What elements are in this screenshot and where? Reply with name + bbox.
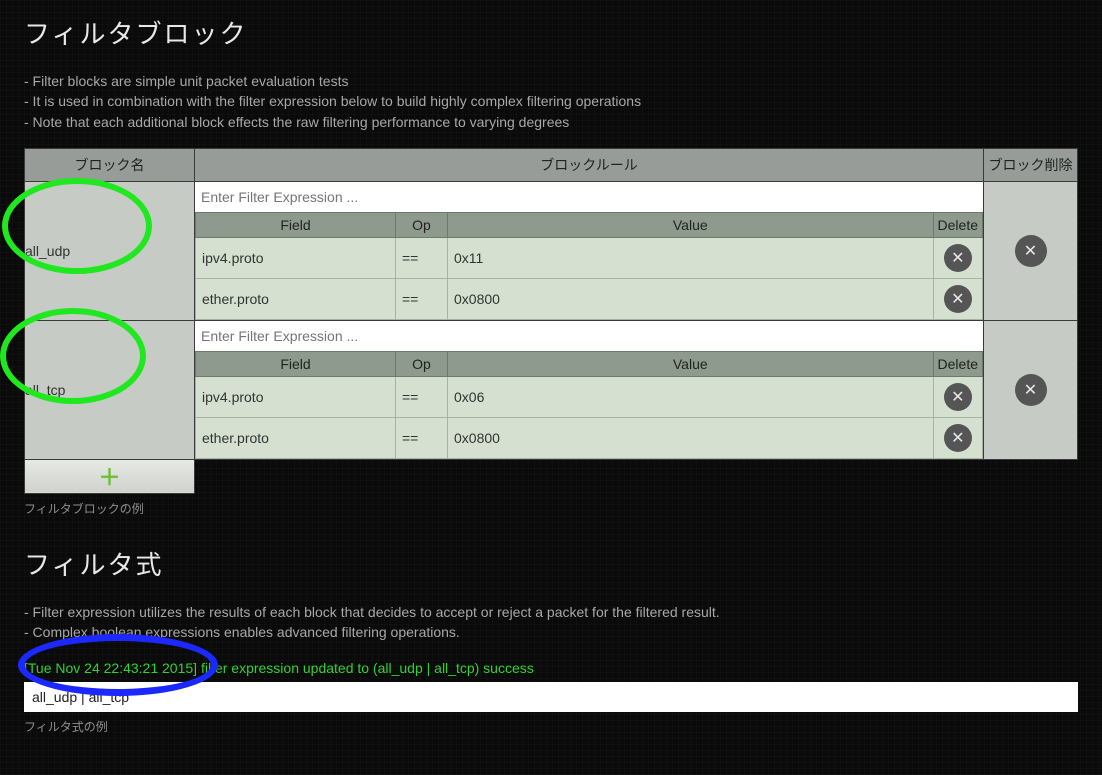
delete-rule-button[interactable]: ✕ (944, 424, 972, 452)
rule-value: 0x06 (448, 376, 934, 417)
filter-expr-desc-1: - Filter expression utilizes the results… (24, 602, 1078, 622)
filter-blocks-desc-3: - Note that each additional block effect… (24, 112, 1078, 132)
rule-col-delete: Delete (933, 351, 982, 376)
rule-value: 0x11 (448, 237, 934, 278)
filter-expr-input[interactable] (24, 682, 1078, 712)
block-name-cell[interactable]: all_tcp (25, 320, 195, 459)
rule-field: ipv4.proto (196, 376, 396, 417)
filter-blocks-desc-2: - It is used in combination with the fil… (24, 91, 1078, 111)
col-header-rule: ブロックルール (195, 148, 984, 181)
block-name-cell[interactable]: all_udp (25, 181, 195, 320)
filter-expr-caption: フィルタ式の例 (24, 718, 1078, 735)
rule-field: ether.proto (196, 278, 396, 319)
rule-col-value: Value (448, 212, 934, 237)
block-filter-input[interactable] (195, 321, 983, 351)
delete-block-button[interactable]: ✕ (1015, 374, 1047, 406)
filter-expr-heading: フィルタ式 (24, 545, 1078, 582)
block-filter-input[interactable] (195, 182, 983, 212)
rule-col-field: Field (196, 212, 396, 237)
page-root: フィルタブロック - Filter blocks are simple unit… (24, 14, 1078, 735)
delete-rule-button[interactable]: ✕ (944, 244, 972, 272)
rule-col-op: Op (396, 351, 448, 376)
rule-op: == (396, 278, 448, 319)
add-block-row: ＋ (25, 459, 1078, 493)
rule-op: == (396, 237, 448, 278)
add-block-button[interactable]: ＋ (25, 459, 195, 493)
filter-expr-desc-2: - Complex boolean expressions enables ad… (24, 622, 1078, 642)
delete-rule-button[interactable]: ✕ (944, 383, 972, 411)
block-row: all_udp Field Op Value Delete (25, 181, 1078, 320)
filter-blocks-table: ブロック名 ブロックルール ブロック削除 all_udp Field Op (24, 148, 1078, 494)
filter-blocks-heading: フィルタブロック (24, 14, 1078, 51)
block-rule-table: Field Op Value Delete ipv4.proto == 0x06 (195, 351, 983, 459)
rule-row: ether.proto == 0x0800 ✕ (196, 417, 983, 458)
rule-col-delete: Delete (933, 212, 982, 237)
rule-row: ipv4.proto == 0x06 ✕ (196, 376, 983, 417)
rule-col-value: Value (448, 351, 934, 376)
rule-row: ether.proto == 0x0800 ✕ (196, 278, 983, 319)
filter-blocks-desc-1: - Filter blocks are simple unit packet e… (24, 71, 1078, 91)
block-rule-table: Field Op Value Delete ipv4.proto == 0x11 (195, 212, 983, 320)
rule-col-op: Op (396, 212, 448, 237)
delete-rule-button[interactable]: ✕ (944, 285, 972, 313)
rule-value: 0x0800 (448, 417, 934, 458)
col-header-name: ブロック名 (25, 148, 195, 181)
filter-expr-status: [Tue Nov 24 22:43:21 2015] filter expres… (24, 660, 1078, 676)
delete-block-button[interactable]: ✕ (1015, 235, 1047, 267)
rule-op: == (396, 417, 448, 458)
rule-op: == (396, 376, 448, 417)
filter-blocks-caption: フィルタブロックの例 (24, 500, 1078, 517)
plus-icon: ＋ (98, 465, 120, 490)
rule-col-field: Field (196, 351, 396, 376)
col-header-delete: ブロック削除 (984, 148, 1078, 181)
block-row: all_tcp Field Op Value Delete (25, 320, 1078, 459)
rule-field: ether.proto (196, 417, 396, 458)
rule-field: ipv4.proto (196, 237, 396, 278)
rule-row: ipv4.proto == 0x11 ✕ (196, 237, 983, 278)
rule-value: 0x0800 (448, 278, 934, 319)
